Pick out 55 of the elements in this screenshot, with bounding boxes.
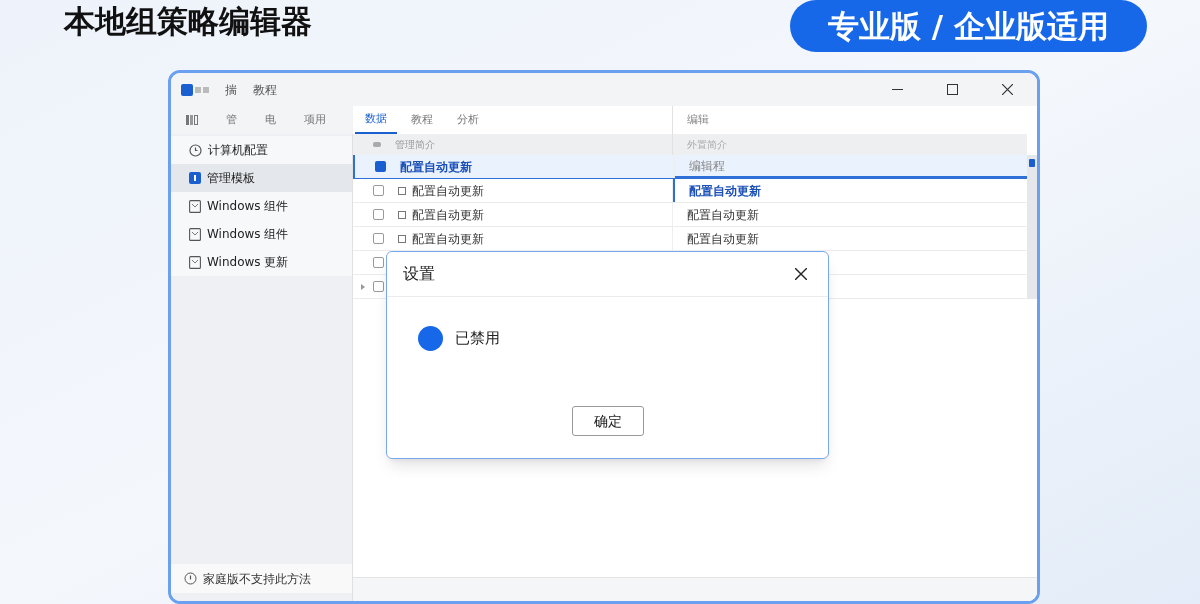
document-icon (189, 255, 201, 269)
policy-name: 配置自动更新 (400, 158, 472, 176)
menu-item[interactable]: 教程 (253, 80, 277, 99)
tab[interactable]: 管 (226, 106, 237, 134)
checkbox[interactable] (373, 257, 384, 268)
status-note: 家庭版不支持此方法 (171, 564, 352, 593)
checkbox[interactable] (373, 209, 384, 220)
table-row[interactable]: 配置自动更新 配置自动更新 (353, 203, 1027, 227)
table-row[interactable]: 配置自动更新 编辑程 (353, 155, 1027, 179)
checkbox[interactable] (373, 233, 384, 244)
sidebar-item[interactable]: 计算机配置 (171, 136, 352, 164)
panel-icon[interactable] (186, 115, 198, 125)
sidebar-item[interactable]: Windows 更新 (171, 248, 352, 276)
caret-icon[interactable] (361, 283, 365, 290)
sort-icon[interactable] (373, 142, 381, 147)
maximize-icon[interactable] (947, 84, 958, 95)
policy-name: 配置自动更新 (412, 230, 484, 248)
column-header: 管理简介 (395, 138, 435, 152)
dialog-title: 设置 (403, 263, 435, 285)
column-header: 编辑 (687, 111, 709, 128)
checkbox[interactable] (373, 281, 384, 292)
radio-button[interactable] (418, 326, 443, 351)
square-icon (398, 186, 406, 195)
checkbox[interactable] (375, 161, 386, 172)
close-icon[interactable] (795, 268, 807, 280)
option-label: 已禁用 (455, 328, 500, 350)
clock-icon (189, 143, 202, 157)
sidebar-item[interactable]: 管理模板 (171, 164, 352, 192)
policy-name: 配置自动更新 (412, 182, 484, 200)
policy-value: 配置自动更新 (687, 206, 759, 224)
checkbox[interactable] (373, 185, 384, 196)
tab[interactable]: 分析 (447, 106, 489, 134)
edition-badge: 专业版 / 企业版适用 (790, 0, 1147, 52)
policy-value: 配置自动更新 (689, 182, 761, 200)
template-icon (189, 172, 201, 184)
document-icon (189, 227, 201, 241)
policy-value: 编辑程 (689, 157, 725, 175)
table-row[interactable]: 配置自动更新 配置自动更新 (353, 179, 1027, 203)
square-icon (398, 234, 406, 243)
ok-button[interactable]: 确定 (571, 406, 644, 436)
policy-name: 配置自动更新 (412, 206, 484, 224)
tab[interactable]: 教程 (401, 106, 443, 134)
app-logo-icon (181, 83, 209, 96)
page-heading: 本地组策略编辑器 (64, 2, 312, 41)
tab[interactable]: 电 (265, 106, 276, 134)
document-icon (189, 199, 201, 213)
tab[interactable]: 项用 (304, 106, 326, 134)
close-icon[interactable] (1002, 84, 1013, 95)
menu-item[interactable]: 揣 (225, 80, 237, 99)
scrollbar[interactable] (1027, 155, 1037, 299)
info-icon (184, 572, 197, 585)
square-icon (398, 210, 406, 219)
policy-value: 配置自动更新 (687, 230, 759, 248)
sidebar-item[interactable]: Windows 组件 (171, 192, 352, 220)
sidebar-item[interactable]: Windows 组件 (171, 220, 352, 248)
